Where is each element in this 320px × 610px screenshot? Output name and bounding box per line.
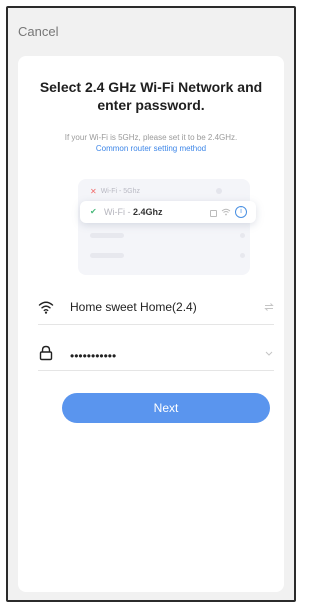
illus-24g-label: Wi-Fi - 2.4Ghz xyxy=(104,207,163,217)
placeholder-bar xyxy=(90,233,124,238)
illus-24g-band: 2.4Ghz xyxy=(133,207,163,217)
radio-icon xyxy=(216,188,222,194)
lock-icon xyxy=(210,210,217,217)
chevron-down-icon[interactable] xyxy=(264,348,274,358)
top-bar: Cancel xyxy=(8,8,294,46)
setup-card: Select 2.4 GHz Wi-Fi Network and enter p… xyxy=(18,56,284,592)
illus-row-5g: ✕ Wi-Fi - 5Ghz xyxy=(90,185,222,197)
placeholder-dot xyxy=(240,233,245,238)
placeholder-dot xyxy=(240,253,245,258)
password-field[interactable]: ••••••••••• xyxy=(38,336,274,371)
illus-row-icons: i xyxy=(210,206,247,218)
placeholder-bar xyxy=(90,253,124,258)
band-hint: If your Wi-Fi is 5GHz, please set it to … xyxy=(64,133,238,142)
wifi-band-illustration: ✕ Wi-Fi - 5Ghz ✔ Wi-Fi - 2.4Ghz i xyxy=(78,179,256,275)
wifi-icon xyxy=(38,301,54,314)
cross-icon: ✕ xyxy=(90,186,97,196)
lock-icon xyxy=(39,345,53,361)
illus-row-24g: ✔ Wi-Fi - 2.4Ghz i xyxy=(80,201,256,223)
cancel-button[interactable]: Cancel xyxy=(18,24,58,39)
wifi-network-name: Home sweet Home(2.4) xyxy=(70,300,197,314)
wifi-icon xyxy=(221,208,231,216)
check-icon: ✔ xyxy=(90,207,97,216)
router-help-link[interactable]: Common router setting method xyxy=(32,144,270,153)
illus-5g-label: Wi-Fi - 5Ghz xyxy=(100,187,140,195)
switch-network-icon[interactable] xyxy=(264,302,274,312)
wifi-network-field[interactable]: Home sweet Home(2.4) xyxy=(38,290,274,325)
password-input[interactable]: ••••••••••• xyxy=(70,349,116,363)
info-icon: i xyxy=(235,206,247,218)
illus-24g-prefix: Wi-Fi - xyxy=(104,207,133,217)
next-button[interactable]: Next xyxy=(62,393,270,423)
page-title: Select 2.4 GHz Wi-Fi Network and enter p… xyxy=(39,79,263,113)
phone-screen: Cancel Select 2.4 GHz Wi-Fi Network and … xyxy=(6,6,296,602)
